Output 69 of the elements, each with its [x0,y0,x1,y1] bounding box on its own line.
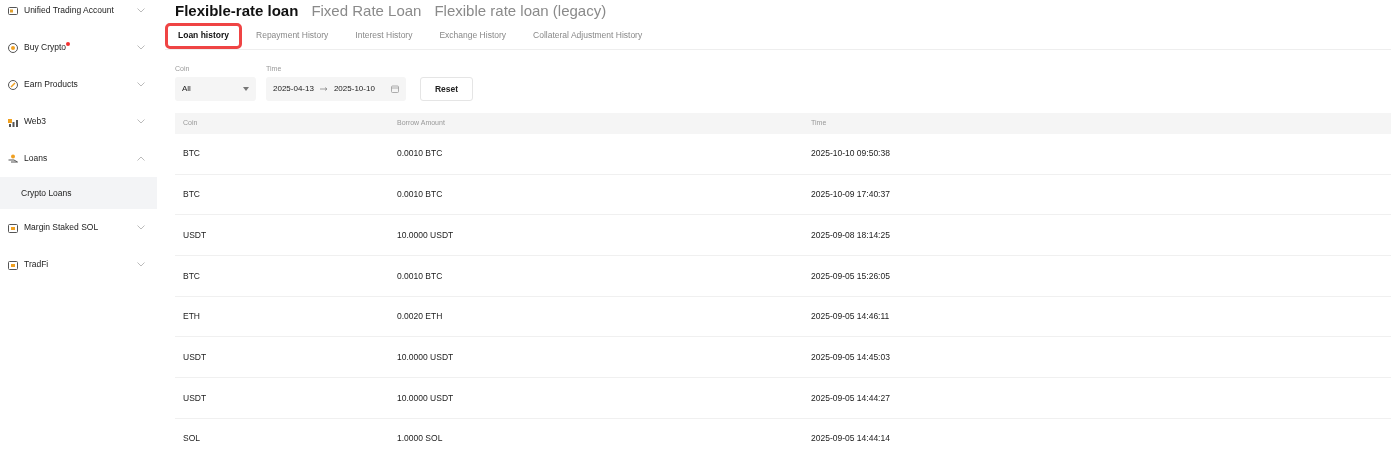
table-cell-text: 10.0000 USDT [397,350,455,364]
table-cell-text: 0.0010 BTC [397,147,444,161]
calendar-icon [8,259,18,270]
table-cell-text: BTC [183,269,201,283]
title-tab[interactable]: Fixed Rate Loan [311,0,422,23]
table-cell-text: 2025-09-05 14:44:27 [811,391,891,405]
sidebar-label: TradFi [24,258,49,271]
table-cell-text: USDT [183,228,208,242]
chevron-down-icon [137,45,145,50]
start-date: 2025-04-13 [273,83,314,95]
table-cell-text: USDT [183,350,208,364]
history-tab[interactable]: Loan history [165,22,242,49]
sidebar-item[interactable]: Margin Staked SOL [0,209,157,246]
table-cell-text: 2025-09-05 14:44:14 [811,432,891,446]
sidebar-label: Web3 [24,115,47,128]
sidebar-subitem[interactable]: Crypto Loans [0,177,157,209]
history-tab[interactable]: Exchange History [426,22,520,49]
sidebar-label: Earn Products [24,78,78,91]
sidebar-label: Margin Staked SOL [24,221,99,234]
sidebar-item[interactable]: TradFi [0,246,157,283]
hand-coin-icon [8,153,18,164]
reset-button[interactable]: Reset [420,77,473,101]
chevron-down-icon [137,262,145,267]
history-tab[interactable]: Collateral Adjustment History [520,22,656,49]
sidebar-item[interactable]: Earn Products [0,66,157,103]
table-cell-text: SOL [183,432,201,446]
coin-icon [8,42,18,53]
table-cell-text: 10.0000 USDT [397,228,455,242]
table-cell-text: ETH [183,310,201,323]
bar-chart-icon [8,116,18,127]
table-cell-text: 2025-09-08 18:14:25 [811,228,891,242]
dropdown-caret-icon [243,87,249,91]
table-cell-text: 0.0010 BTC [397,269,444,283]
chevron-down-icon [137,8,145,13]
calendar-icon [8,222,18,233]
sidebar-item[interactable]: Unified Trading Account [0,0,157,29]
gauge-icon [8,79,18,90]
sidebar-item[interactable]: Buy Crypto [0,29,157,66]
table-cell-text: 1.0000 SOL [397,432,444,446]
table-cell-text: BTC [183,147,201,161]
table-cell-text: USDT [183,391,208,405]
chevron-down-icon [137,82,145,87]
table-cell-text: BTC [183,188,201,201]
arrow-right-icon [319,87,328,91]
sidebar-label: Loans [24,152,48,165]
title-tab[interactable]: Flexible rate loan (legacy) [434,0,607,23]
sidebar-item[interactable]: Web3 [0,103,157,140]
table-cell-text: 2025-10-10 09:50:38 [811,147,891,161]
coin-select[interactable]: All [175,77,256,101]
table-cell-text: 2025-10-09 17:40:37 [811,188,891,201]
table-cell-text: 2025-09-05 15:26:05 [811,269,891,283]
sidebar-label: Unified Trading Account [24,4,114,17]
table-cell-text: 2025-09-05 14:46:11 [811,310,891,323]
chevron-up-icon [137,156,145,161]
history-tab[interactable]: Interest History [342,22,426,49]
table-cell-text: 0.0020 ETH [397,310,444,323]
end-date: 2025-10-10 [333,83,375,95]
title-tab[interactable]: Flexible-rate loan [175,0,299,23]
sidebar-label: Buy Crypto [24,41,67,54]
calendar-icon [391,85,399,93]
chevron-down-icon [137,119,145,124]
sidebar-item[interactable]: Loans [0,140,157,177]
chevron-down-icon [137,225,145,230]
date-range-field[interactable]: 2025-04-13 2025-10-10 [266,77,406,101]
history-tab[interactable]: Repayment History [243,22,342,49]
table-cell-text: 2025-09-05 14:45:03 [811,350,891,364]
table-cell-text: 0.0010 BTC [397,188,444,201]
card-icon [8,5,18,16]
table-cell-text: 10.0000 USDT [397,391,455,405]
